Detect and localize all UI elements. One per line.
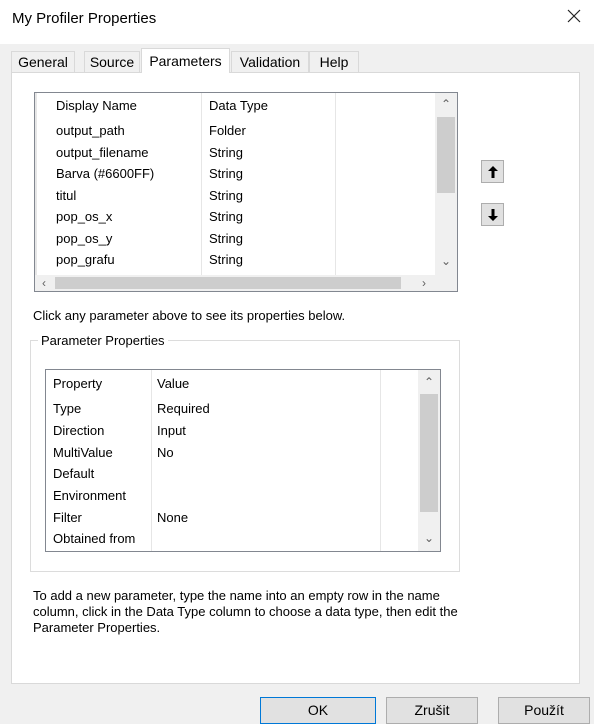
- cancel-button[interactable]: Zrušit: [386, 697, 478, 724]
- property-name: Type: [53, 401, 82, 416]
- property-value[interactable]: No: [157, 442, 174, 463]
- table-row[interactable]: Direction Input: [46, 420, 416, 441]
- property-name: Filter: [53, 510, 82, 525]
- scroll-right-icon[interactable]: ›: [415, 275, 433, 291]
- property-value[interactable]: Required: [157, 398, 210, 419]
- scroll-left-icon[interactable]: ‹: [35, 275, 53, 291]
- close-icon: [567, 9, 581, 23]
- parameter-type[interactable]: String: [209, 206, 243, 227]
- parameter-type[interactable]: String: [209, 163, 243, 184]
- window-title: My Profiler Properties: [12, 10, 157, 27]
- column-header-display-name[interactable]: Display Name: [56, 95, 137, 116]
- table-row[interactable]: MultiValue No: [46, 442, 416, 463]
- property-name: MultiValue: [53, 445, 113, 460]
- tab-source[interactable]: Source: [84, 51, 140, 72]
- table-row[interactable]: Barva (#6600FF) String: [35, 163, 435, 184]
- column-header-value[interactable]: Value: [157, 373, 189, 394]
- scrollbar-corner: [435, 275, 457, 291]
- parameter-name[interactable]: pop_grafu: [56, 249, 115, 270]
- table-row[interactable]: pop_grafu String: [35, 249, 435, 270]
- parameter-type[interactable]: Folder: [209, 120, 246, 141]
- move-down-button[interactable]: [481, 203, 504, 226]
- grid-header-row: Display Name Data Type: [35, 95, 435, 116]
- property-value[interactable]: Input: [157, 420, 186, 441]
- apply-button[interactable]: Použít: [498, 697, 590, 724]
- parameter-name[interactable]: Barva (#6600FF): [56, 163, 154, 184]
- table-row[interactable]: Environment: [46, 485, 416, 506]
- scroll-up-icon[interactable]: ⌃: [437, 96, 455, 112]
- parameter-type[interactable]: String: [209, 249, 243, 270]
- table-row[interactable]: Type Required: [46, 398, 416, 419]
- tab-parameters[interactable]: Parameters: [141, 48, 230, 73]
- scrollbar-thumb[interactable]: [55, 277, 401, 289]
- parameter-properties-label: Parameter Properties: [38, 333, 168, 348]
- tab-help[interactable]: Help: [309, 51, 359, 72]
- table-row[interactable]: titul String: [35, 185, 435, 206]
- scroll-down-icon[interactable]: ⌄: [437, 253, 455, 269]
- table-row[interactable]: Default: [46, 463, 416, 484]
- parameter-type[interactable]: String: [209, 142, 243, 163]
- parameter-name[interactable]: titul: [56, 185, 76, 206]
- scrollbar-thumb[interactable]: [437, 117, 455, 193]
- hint-text: Click any parameter above to see its pro…: [33, 308, 346, 323]
- property-value[interactable]: None: [157, 507, 188, 528]
- parameter-name[interactable]: pop_os_x: [56, 206, 112, 227]
- instructions-text: To add a new parameter, type the name in…: [33, 588, 458, 635]
- tab-validation[interactable]: Validation: [231, 51, 309, 72]
- scroll-up-icon[interactable]: ⌃: [420, 374, 438, 390]
- close-button[interactable]: [564, 6, 584, 26]
- move-up-button[interactable]: [481, 160, 504, 183]
- table-row[interactable]: pop_os_x String: [35, 206, 435, 227]
- table-row[interactable]: pop_os_y String: [35, 228, 435, 249]
- property-name: Obtained from: [53, 531, 136, 546]
- tab-general[interactable]: General: [11, 51, 75, 72]
- table-row[interactable]: Filter None: [46, 507, 416, 528]
- parameter-type[interactable]: String: [209, 228, 243, 249]
- arrow-up-icon: [487, 165, 498, 178]
- column-header-data-type[interactable]: Data Type: [209, 95, 268, 116]
- scrollbar-thumb[interactable]: [420, 394, 438, 512]
- parameter-type[interactable]: String: [209, 185, 243, 206]
- horizontal-scrollbar[interactable]: ‹ ›: [35, 275, 435, 291]
- parameter-name[interactable]: output_filename: [56, 142, 149, 163]
- grid-header-row: Property Value: [46, 373, 416, 394]
- table-row[interactable]: output_path Folder: [35, 120, 435, 141]
- property-name: Environment: [53, 488, 126, 503]
- arrow-down-icon: [487, 208, 498, 221]
- parameters-grid[interactable]: Display Name Data Type output_path Folde…: [34, 92, 458, 292]
- scroll-down-icon[interactable]: ⌄: [420, 530, 438, 546]
- vertical-scrollbar[interactable]: ⌃ ⌄: [435, 93, 457, 275]
- parameter-properties-grid[interactable]: Property Value Type Required Direction I…: [45, 369, 441, 552]
- column-header-property[interactable]: Property: [53, 373, 102, 394]
- property-name: Direction: [53, 423, 105, 438]
- ok-button[interactable]: OK: [260, 697, 376, 724]
- vertical-scrollbar[interactable]: ⌃ ⌄: [418, 370, 440, 551]
- table-row[interactable]: Obtained from: [46, 528, 416, 549]
- table-row[interactable]: output_filename String: [35, 142, 435, 163]
- parameter-name[interactable]: output_path: [56, 120, 125, 141]
- parameter-name[interactable]: pop_os_y: [56, 228, 112, 249]
- property-name: Default: [53, 466, 95, 481]
